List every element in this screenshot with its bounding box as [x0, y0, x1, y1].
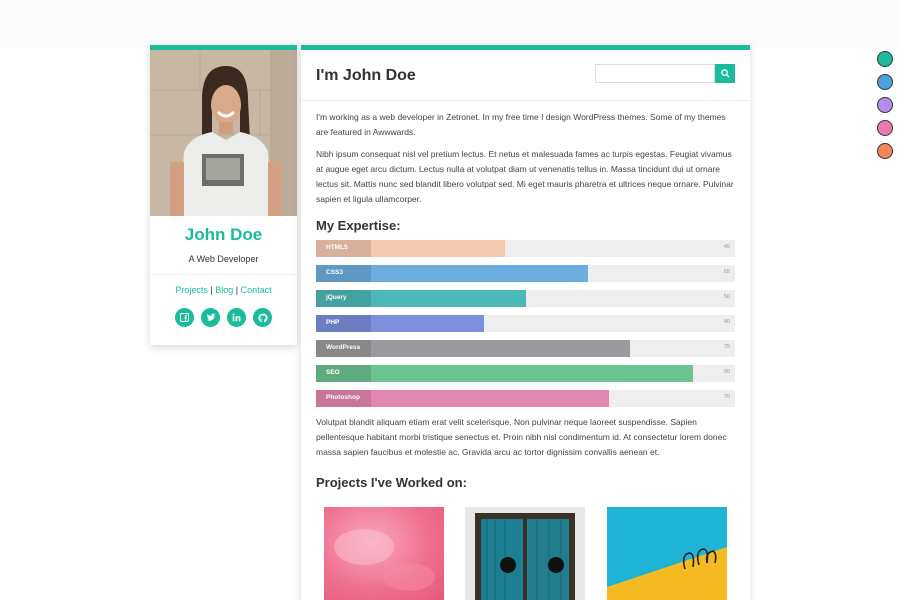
skill-label: WordPress [326, 344, 361, 351]
search-icon [720, 69, 730, 78]
skill-bar: jQuery 50 [316, 290, 735, 307]
skill-bar: Photoshop 70 [316, 390, 735, 407]
twitter-button[interactable] [201, 308, 220, 327]
skills-list: HTML5 45 CSS3 65 jQuery 50 PHP 40 WordPress 75 SEO… [316, 240, 735, 407]
skill-bar: PHP 40 [316, 315, 735, 332]
linkedin-button[interactable] [227, 308, 246, 327]
skill-label-tag [316, 265, 371, 282]
skill-label-tag [316, 365, 371, 382]
color-swatch[interactable] [877, 143, 893, 159]
skill-value: 40 [723, 319, 730, 325]
profile-links: Projects | Blog | Contact [150, 285, 297, 295]
profile-card: John Doe A Web Developer Projects | Blog… [150, 45, 297, 345]
skill-label-tag [316, 315, 371, 332]
skill-value: 75 [723, 344, 730, 350]
project-thumbnail-pink[interactable] [324, 507, 444, 600]
projects-heading: Projects I've Worked on: [316, 475, 467, 490]
facebook-button[interactable] [175, 308, 194, 327]
skill-bar: CSS3 65 [316, 265, 735, 282]
blog-link[interactable]: Blog [215, 285, 233, 295]
main-card: I'm John Doe I'm working as a web develo… [301, 45, 750, 600]
profile-divider [150, 274, 297, 275]
color-swatches [877, 51, 893, 159]
link-separator: | [235, 285, 239, 295]
color-swatch[interactable] [877, 97, 893, 113]
search-button[interactable] [715, 64, 735, 83]
intro-paragraph-2: Nibh ipsum consequat nisl vel pretium le… [316, 149, 734, 204]
profile-name: John Doe [184, 225, 263, 244]
social-links [150, 308, 297, 327]
projects-grid [316, 507, 735, 600]
project-thumbnail-yellow[interactable] [607, 507, 727, 600]
skill-label: jQuery [326, 294, 347, 301]
outro-paragraph: Volutpat blandit aliquam etiam erat veli… [316, 417, 727, 457]
skill-bar: HTML5 45 [316, 240, 735, 257]
intro-paragraph-1: I'm working as a web developer in Zetron… [316, 112, 726, 137]
projects-link[interactable]: Projects [175, 285, 208, 295]
skill-bar-fill [316, 365, 694, 382]
skill-value: 50 [723, 294, 730, 300]
project-thumbnail-door[interactable] [465, 507, 585, 600]
page-title: I'm John Doe [316, 67, 416, 84]
skill-label: Photoshop [326, 394, 360, 401]
skill-bar: WordPress 75 [316, 340, 735, 357]
profile-photo [150, 50, 297, 216]
profile-subtitle: A Web Developer [188, 254, 259, 264]
search-input[interactable] [595, 64, 715, 83]
github-icon [257, 312, 268, 322]
color-swatch[interactable] [877, 51, 893, 67]
skill-label: CSS3 [326, 269, 343, 276]
skill-bar: SEO 90 [316, 365, 735, 382]
skill-label: PHP [326, 319, 340, 326]
contact-link[interactable]: Contact [241, 285, 272, 295]
skill-value: 70 [723, 394, 730, 400]
twitter-icon [206, 313, 216, 321]
skill-value: 65 [723, 269, 730, 275]
github-button[interactable] [253, 308, 272, 327]
facebook-icon [180, 313, 189, 322]
main-header: I'm John Doe [301, 50, 750, 101]
linkedin-icon [232, 313, 241, 322]
color-swatch[interactable] [877, 120, 893, 136]
skill-label: HTML5 [326, 244, 348, 251]
color-swatch[interactable] [877, 74, 893, 90]
expertise-heading: My Expertise: [316, 218, 401, 233]
link-separator: | [210, 285, 213, 295]
top-band [0, 0, 900, 48]
skill-label: SEO [326, 369, 340, 376]
skill-value: 90 [723, 369, 730, 375]
skill-value: 45 [723, 244, 730, 250]
